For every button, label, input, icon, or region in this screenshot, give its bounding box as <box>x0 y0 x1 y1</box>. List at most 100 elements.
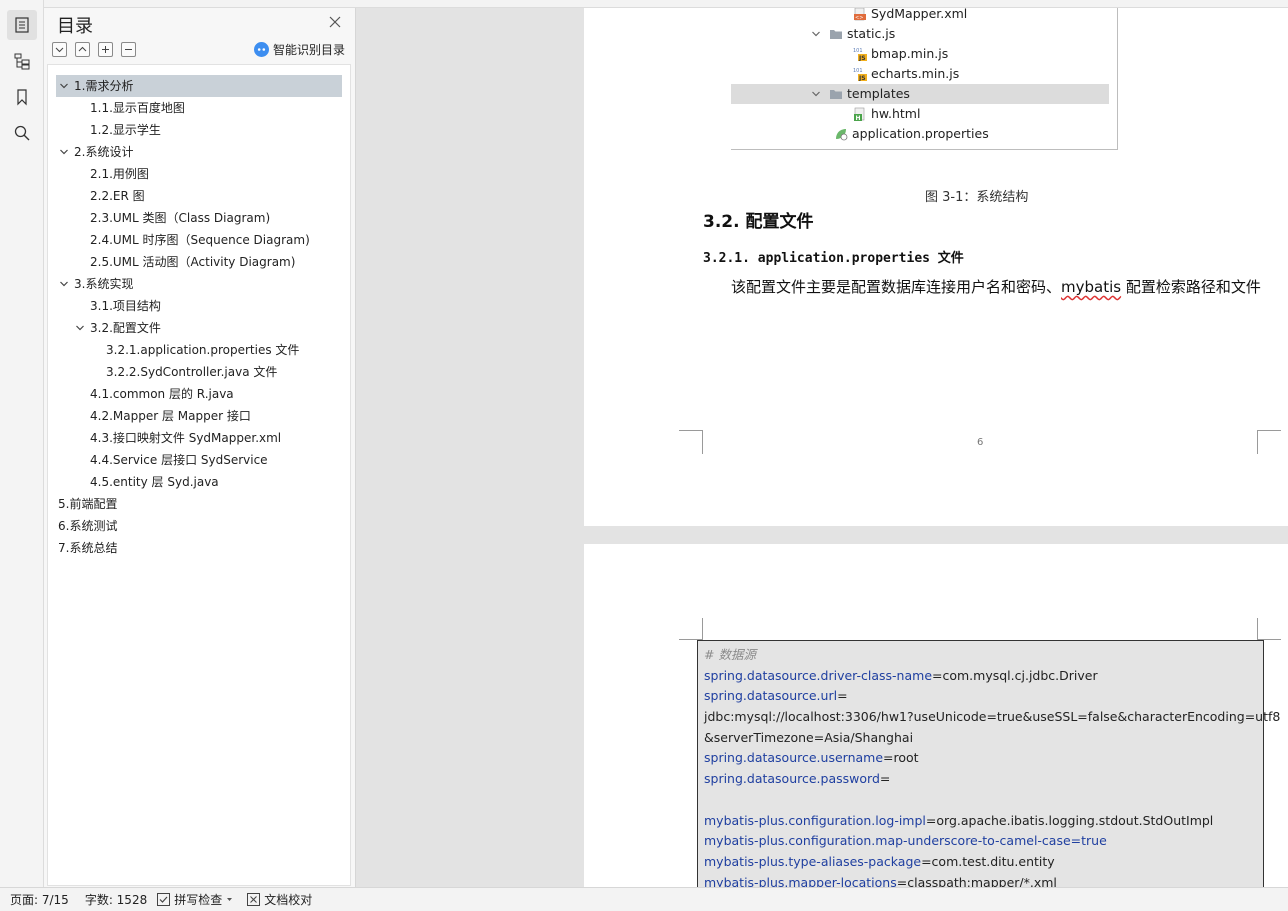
toc-item[interactable]: 4.1.common 层的 R.java <box>56 383 234 405</box>
svg-text:JS: JS <box>858 55 866 61</box>
toc-panel-button[interactable] <box>7 10 37 40</box>
remove-heading-button[interactable] <box>121 42 136 57</box>
code-value: = <box>879 771 891 787</box>
chevron-up-icon <box>78 46 87 52</box>
smart-toc-label: 智能识别目录 <box>273 43 346 57</box>
code-value: jdbc:mysql://localhost:3306/hw1?useUnico… <box>704 709 1281 725</box>
chevron-down-icon[interactable] <box>74 322 86 334</box>
tree-row-label: application.properties <box>852 126 989 141</box>
proofread-label: 文档校对 <box>264 893 313 907</box>
code-value: =root <box>883 750 919 766</box>
toc-item[interactable]: 3.系统实现 <box>56 273 133 295</box>
tree-row-label: bmap.min.js <box>871 46 949 61</box>
toc-item[interactable]: 3.2.2.SydController.java 文件 <box>56 361 277 383</box>
heading-3-2-1: 3.2.1. application.properties 文件 <box>703 247 964 266</box>
smart-toc-button[interactable]: 智能识别目录 <box>254 41 345 58</box>
word-processor-window: 目录 智能识别目录 1.需求分析 1.1.显示百度地图 1.2.显示学生 2.系统设计… <box>0 0 1288 911</box>
code-key: mybatis-plus.type-aliases-package <box>704 853 922 869</box>
chevron-down-icon <box>55 47 64 53</box>
chevron-down-icon[interactable] <box>58 146 70 158</box>
chevron-down-icon[interactable] <box>58 278 70 290</box>
status-bar: 页面: 7/15 字数: 1528 拼写检查 文档校对 <box>0 887 1288 911</box>
toc-item[interactable]: 4.5.entity 层 Syd.java <box>56 471 219 493</box>
code-line: &serverTimezone=Asia/Shanghai <box>704 728 1257 749</box>
outline-icon <box>15 17 29 33</box>
toc-item-label: 2.1.用例图 <box>90 167 149 181</box>
minus-icon <box>125 49 132 50</box>
tree-row: 101 JS echarts.min.js <box>853 64 959 84</box>
code-block: # 数据源 spring.datasource.driver-class-nam… <box>697 640 1280 887</box>
toc-item[interactable]: 2.3.UML 类图（Class Diagram) <box>56 207 270 229</box>
heading-3-2: 3.2. 配置文件 <box>703 212 814 232</box>
code-value: =com.test.ditu.entity <box>921 853 1055 869</box>
code-line: spring.datasource.username=root <box>704 748 1257 769</box>
toc-item-label: 6.系统测试 <box>58 519 118 533</box>
document-page-7: # 数据源 spring.datasource.driver-class-nam… <box>584 544 1288 887</box>
tree-row: 101 JS bmap.min.js <box>853 44 948 64</box>
tree-row: Hhw.html <box>853 104 920 124</box>
toc-item[interactable]: 1.2.显示学生 <box>56 119 161 141</box>
chevron-down-icon[interactable] <box>58 80 70 92</box>
toc-item-label: 2.系统设计 <box>74 145 134 159</box>
toc-panel: 目录 智能识别目录 1.需求分析 1.1.显示百度地图 1.2.显示学生 2.系统设计… <box>44 8 356 887</box>
add-heading-button[interactable] <box>98 42 113 57</box>
crop-mark <box>1257 430 1281 454</box>
collapse-all-button[interactable] <box>52 42 67 57</box>
toc-item[interactable]: 4.2.Mapper 层 Mapper 接口 <box>56 405 251 427</box>
code-key: mybatis-plus.mapper-locations <box>704 874 897 887</box>
tree-row: templates <box>731 84 1109 104</box>
page-indicator[interactable]: 页面: 7/15 <box>10 891 69 908</box>
toc-item[interactable]: 1.1.显示百度地图 <box>56 97 185 119</box>
toc-item[interactable]: 5.前端配置 <box>56 493 117 515</box>
toc-item-label: 3.系统实现 <box>74 277 134 291</box>
toc-item[interactable]: 2.2.ER 图 <box>56 185 145 207</box>
toc-item[interactable]: 3.1.项目结构 <box>56 295 161 317</box>
toc-item[interactable]: 7.系统总结 <box>56 537 117 559</box>
bookmark-button[interactable] <box>7 82 37 112</box>
crop-mark <box>679 618 703 640</box>
toc-toolbar <box>52 42 136 58</box>
toc-item[interactable]: 2.1.用例图 <box>56 163 149 185</box>
toc-list: 1.需求分析 1.1.显示百度地图 1.2.显示学生 2.系统设计 2.1.用例图 2.2… <box>47 64 351 886</box>
toc-item[interactable]: 2.4.UML 时序图（Sequence Diagram) <box>56 229 310 251</box>
code-line: mybatis-plus.configuration.map-underscor… <box>704 831 1257 852</box>
document-canvas[interactable]: <> SydMapper.xml static.js 101 JS bmap.min.js… <box>356 8 1288 887</box>
spell-check-button[interactable]: 拼写检查 <box>157 891 233 908</box>
toc-item[interactable]: 3.2.配置文件 <box>56 317 161 339</box>
toc-item[interactable]: 3.2.1.application.properties 文件 <box>56 339 299 361</box>
toc-item-label: 3.2.1.application.properties 文件 <box>106 343 300 357</box>
toc-item-label: 2.2.ER 图 <box>90 189 145 203</box>
toc-item[interactable]: 6.系统测试 <box>56 515 117 537</box>
code-key: spring.datasource.password <box>704 771 880 787</box>
word-count[interactable]: 字数: 1528 <box>85 891 147 908</box>
para-text-a: 该配置文件主要是配置数据库连接用户名和密码、 <box>731 278 1062 296</box>
toc-item[interactable]: 1.需求分析 <box>56 75 342 97</box>
code-line: spring.datasource.driver-class-name=com.… <box>704 666 1257 687</box>
svg-text:101: 101 <box>853 48 863 54</box>
tree-row: <> SydMapper.xml <box>853 8 967 24</box>
toc-item-label: 3.2.2.SydController.java 文件 <box>106 365 278 379</box>
toc-item[interactable]: 2.5.UML 活动图（Activity Diagram) <box>56 251 295 273</box>
toc-item-label: 4.5.entity 层 Syd.java <box>90 475 219 489</box>
toc-item[interactable]: 2.系统设计 <box>56 141 133 163</box>
search-button[interactable] <box>7 118 37 148</box>
tree-row-label: templates <box>847 86 910 101</box>
xml-file-icon: <> <box>853 8 867 21</box>
page-number: 6 <box>977 437 984 448</box>
bookmark-icon <box>17 89 27 106</box>
close-icon[interactable] <box>328 15 342 29</box>
svg-text:101: 101 <box>853 68 863 74</box>
doc-proofread-button[interactable]: 文档校对 <box>247 891 312 908</box>
expand-up-button[interactable] <box>75 42 90 57</box>
toc-item-label: 4.2.Mapper 层 Mapper 接口 <box>90 409 251 423</box>
toc-item[interactable]: 4.4.Service 层接口 SydService <box>56 449 268 471</box>
code-value: =org.apache.ibatis.logging.stdout.StdOut… <box>925 812 1214 828</box>
tree-row-label: hw.html <box>871 106 921 121</box>
toc-item[interactable]: 4.3.接口映射文件 SydMapper.xml <box>56 427 281 449</box>
toc-item-label: 3.1.项目结构 <box>90 299 161 313</box>
left-tool-rail <box>0 0 44 887</box>
code-key: spring.datasource.url <box>704 688 838 704</box>
navigation-tree-button[interactable] <box>7 46 37 76</box>
toc-item-label: 4.4.Service 层接口 SydService <box>90 453 268 467</box>
